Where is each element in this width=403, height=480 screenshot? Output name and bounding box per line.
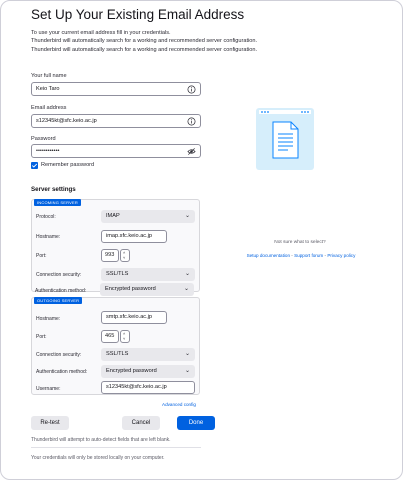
server-settings-title: Server settings — [31, 186, 76, 193]
outgoing-port-control: 465 ˄ ˅ — [101, 330, 131, 343]
outgoing-security-value: SSL/TLS — [106, 351, 129, 357]
chevron-down-icon: ⌄ — [183, 286, 189, 292]
setup-documentation-link[interactable]: Setup documentation — [247, 253, 290, 258]
incoming-auth-label: Authentication method: — [35, 288, 87, 294]
outgoing-port-label: Port: — [36, 334, 47, 340]
outgoing-hostname-input[interactable]: smtp.sfc.keio.ac.jp — [101, 311, 167, 324]
incoming-server-tag: INCOMING SERVER — [34, 199, 81, 206]
outgoing-security-label: Connection security: — [36, 352, 82, 358]
intro-line: Thunderbird will automatically search fo… — [31, 38, 258, 45]
outgoing-username-label: Username: — [36, 386, 61, 392]
autodetect-note: Thunderbird will attempt to auto-detect … — [31, 437, 171, 443]
email-input[interactable]: s12345kt@sfc.keio.ac.jp — [31, 114, 201, 128]
outgoing-server-tag: OUTGOING SERVER — [34, 297, 83, 304]
incoming-port-control: 993 ˄ ˅ — [101, 249, 131, 262]
outgoing-hostname-label: Hostname: — [36, 316, 61, 322]
intro-line: To use your current email address fill i… — [31, 30, 171, 36]
advanced-config-link[interactable]: Advanced config — [162, 402, 196, 407]
incoming-port-label: Port: — [36, 253, 47, 259]
outgoing-security-select[interactable]: SSL/TLS ⌄ — [101, 348, 195, 361]
page-title: Set Up Your Existing Email Address — [31, 7, 245, 22]
password-input[interactable]: •••••••••••• — [31, 144, 201, 158]
incoming-security-value: SSL/TLS — [106, 271, 129, 277]
remember-password-checkbox[interactable] — [31, 162, 38, 169]
incoming-auth-select[interactable]: Encrypted password ⌄ — [100, 283, 194, 296]
email-value: s12345kt@sfc.keio.ac.jp — [36, 118, 97, 124]
incoming-hostname-label: Hostname: — [36, 234, 61, 240]
incoming-protocol-value: IMAP — [106, 213, 120, 219]
done-button[interactable]: Done — [177, 416, 215, 430]
intro-line: Thunderbird will automatically search fo… — [31, 46, 258, 53]
outgoing-username-input[interactable]: s12345kt@sfc.keio.ac.jp — [101, 381, 195, 394]
password-value: •••••••••••• — [36, 148, 60, 154]
spinner-arrows-icon[interactable]: ˄ ˅ — [120, 249, 130, 262]
info-icon — [187, 85, 196, 94]
incoming-hostname-input[interactable]: imap.sfc.keio.ac.jp — [101, 230, 167, 243]
remember-password-label: Remember password — [41, 162, 95, 168]
info-icon — [187, 117, 196, 126]
support-forum-link[interactable]: Support forum — [294, 253, 323, 258]
help-links: Setup documentation - Support forum - Pr… — [226, 253, 376, 258]
intro-text: To use your current email address fill i… — [31, 29, 257, 54]
outgoing-auth-label: Authentication method: — [36, 369, 88, 375]
full-name-input[interactable]: Keio Taro — [31, 82, 201, 96]
incoming-auth-value: Encrypted password — [105, 286, 156, 292]
full-name-value: Keio Taro — [36, 86, 60, 92]
full-name-label: Your full name — [31, 73, 67, 79]
document-browser-illustration — [256, 108, 314, 170]
chevron-down-icon: ⌄ — [184, 213, 190, 219]
outgoing-port-input[interactable]: 465 — [101, 330, 119, 343]
credentials-note: Your credentials will only be stored loc… — [31, 455, 165, 461]
checkmark-icon — [31, 163, 38, 168]
chevron-down-icon: ⌄ — [184, 351, 190, 357]
incoming-security-label: Connection security: — [36, 272, 82, 278]
cancel-button[interactable]: Cancel — [122, 416, 160, 430]
chevron-down-icon: ⌄ — [184, 271, 190, 277]
eye-slash-icon[interactable] — [187, 147, 196, 156]
outgoing-auth-select[interactable]: Encrypted password ⌄ — [101, 365, 195, 378]
incoming-port-input[interactable]: 993 — [101, 249, 119, 262]
retest-button[interactable]: Re-test — [31, 416, 69, 430]
incoming-protocol-select[interactable]: IMAP ⌄ — [101, 210, 195, 223]
incoming-protocol-label: Protocol: — [36, 214, 56, 220]
incoming-security-select[interactable]: SSL/TLS ⌄ — [101, 268, 195, 281]
password-label: Password — [31, 136, 56, 142]
outgoing-server-panel: OUTGOING SERVER Hostname: smtp.sfc.keio.… — [31, 297, 200, 395]
outgoing-auth-value: Encrypted password — [106, 368, 157, 374]
privacy-policy-link[interactable]: Privacy policy — [327, 253, 355, 258]
chevron-down-icon: ⌄ — [184, 368, 190, 374]
email-label: Email address — [31, 105, 67, 111]
help-question: Not sure what to select? — [274, 240, 326, 245]
incoming-server-panel: INCOMING SERVER Protocol: IMAP ⌄ Hostnam… — [31, 199, 200, 292]
footer-divider — [31, 447, 201, 448]
spinner-arrows-icon[interactable]: ˄ ˅ — [120, 330, 130, 343]
